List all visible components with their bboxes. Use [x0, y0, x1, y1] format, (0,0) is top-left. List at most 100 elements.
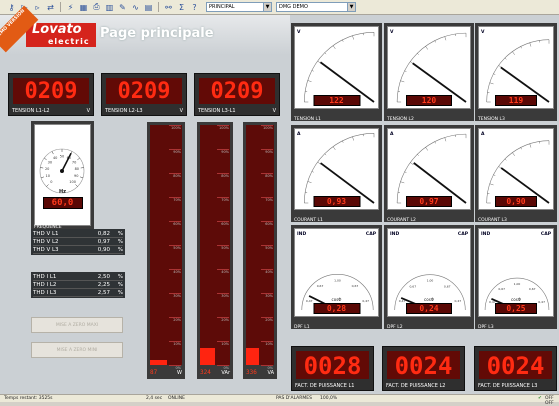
chart-icon[interactable]: ▥	[104, 2, 115, 13]
led-display: 0209TENSION L3-L1V	[194, 73, 280, 116]
frequency-tick-label: 90	[74, 174, 78, 178]
current-tick	[417, 154, 418, 155]
bar-value: 324	[200, 369, 211, 376]
chevron-down-icon[interactable]: ▼	[263, 3, 271, 11]
pf-dial: 0,470,671,000,670,47INDCAPcosΦ0,24	[387, 228, 471, 317]
pf-right-tag: CAP	[366, 232, 376, 237]
pf-meter: 0,470,671,000,670,47INDCAPcosΦ0,28DPF L1	[291, 225, 382, 329]
bar-fill	[246, 348, 259, 365]
bar-scale-tick: 50%	[261, 245, 273, 250]
bar-scale-tick: 70%	[261, 197, 273, 202]
pf-dial: 0,470,671,000,670,47INDCAPcosΦ0,28	[294, 228, 379, 317]
voltage-arc	[304, 32, 374, 102]
current-tick	[352, 137, 353, 141]
reset-min-button[interactable]: MISE A ZERO MINI	[31, 342, 123, 358]
bar-scale-tick: 40%	[261, 269, 273, 274]
frequency-pivot	[60, 169, 64, 173]
thd-unit: %	[110, 274, 123, 280]
led-display: 0209TENSION L1-L2V	[8, 73, 94, 116]
current-tick	[312, 171, 314, 172]
voltage-label: TENSION L1	[294, 117, 321, 122]
bar-fill	[150, 360, 167, 365]
current-tick	[342, 141, 343, 143]
voltage-tick	[352, 36, 353, 40]
current-arc	[304, 133, 374, 203]
voltage-meter: V122TENSION L1	[291, 23, 382, 121]
status-bar: Temps restant: 3525s 2,4 sec ONLINE PAS …	[0, 394, 559, 402]
current-meter: A0,97COURANT L2	[384, 125, 474, 222]
reset-max-button[interactable]: MISE A ZERO MAXI	[31, 317, 123, 333]
frequency-tick-label: 20	[45, 167, 49, 171]
toolbar-separator	[60, 2, 61, 12]
pf-right-tag: CAP	[541, 232, 551, 237]
thd-name: THD V L1	[33, 231, 82, 237]
bar-scale-tick: 20%	[169, 317, 181, 322]
frequency-tick	[80, 177, 83, 178]
frequency-unit: Hz	[35, 189, 90, 195]
current-unit-tag: A	[390, 132, 393, 137]
thd-value: 2,25	[82, 282, 110, 288]
plug-icon[interactable]: ⚡	[65, 2, 76, 13]
voltage-value: 122	[313, 95, 360, 106]
sigma-icon[interactable]: Σ	[176, 2, 187, 13]
bar-readout: 324VAr	[200, 367, 230, 378]
current-tick	[318, 162, 321, 164]
thd-row: THD V L10,82%	[33, 230, 123, 238]
voltage-tick	[493, 74, 495, 75]
current-tick	[400, 182, 404, 183]
led-value: 0024	[479, 351, 552, 379]
pf-unit: cosΦ	[388, 297, 470, 302]
bar-readout: 87W	[150, 367, 182, 378]
frequency-tick-label: 100	[69, 180, 76, 184]
voltage-tick	[333, 46, 335, 49]
pf-meter: 0,470,671,000,670,47INDCAPcosΦ0,25DPF L3	[475, 225, 557, 329]
pf-tick-label: 0,67	[317, 284, 324, 288]
current-tick	[435, 142, 436, 144]
device-select[interactable]: DMG DEMO ▼	[276, 2, 356, 12]
power-bar: 100%90%80%70%60%50%40%30%20%10%0%87W	[147, 122, 185, 379]
frequency-tick-label: 50	[60, 155, 64, 159]
key-icon[interactable]: ⚷	[6, 2, 17, 13]
print-icon[interactable]: ⎙	[91, 2, 102, 13]
thd-value: 2,57	[82, 290, 110, 296]
frequency-tick	[52, 151, 53, 154]
led-caption: FACT. DE PUISSANCE L1	[295, 383, 370, 389]
logo-top: Lovato	[32, 23, 96, 37]
current-tick	[493, 175, 495, 176]
current-value: 0,93	[313, 196, 360, 207]
rewind-icon[interactable]: ⇄	[45, 2, 56, 13]
page-title: Page principale	[100, 26, 214, 41]
pf-tick-label: 1,00	[334, 278, 341, 282]
bar-scale-tick: 60%	[217, 221, 229, 226]
current-tick	[512, 153, 514, 156]
step-icon[interactable]: ▹	[32, 2, 43, 13]
bar-scale-tick: 80%	[217, 173, 229, 178]
binoculars-icon[interactable]: ⚯	[163, 2, 174, 13]
pf-left-tag: IND	[297, 232, 306, 237]
bar-scale-tick: 20%	[261, 317, 273, 322]
pf-meter: 0,470,671,000,670,47INDCAPcosΦ0,24DPF L2	[384, 225, 474, 329]
led-value: 0028	[296, 351, 369, 379]
current-tick	[490, 184, 494, 185]
grid-icon[interactable]: ▦	[78, 2, 89, 13]
thd-value: 0,90	[82, 247, 110, 253]
wave-icon[interactable]: ∿	[130, 2, 141, 13]
logo-bottom: electric	[32, 37, 96, 46]
thd-row: THD I L32,57%	[33, 289, 123, 297]
current-tick	[405, 172, 407, 173]
led-caption: FACT. DE PUISSANCE L3	[478, 383, 553, 389]
status-poll: 2,4 sec	[146, 396, 162, 401]
page-select[interactable]: PRINCIPAL ▼	[206, 2, 272, 12]
current-unit-tag: A	[297, 132, 300, 137]
calc-icon[interactable]: ▤	[143, 2, 154, 13]
thd-name: THD I L3	[33, 290, 82, 296]
help-icon[interactable]: ?	[189, 2, 200, 13]
thd-current-table: THD I L12,50%THD I L22,25%THD I L32,57%	[31, 272, 125, 298]
frequency-dial: 0102030405060708090100 60,0 Hz	[34, 124, 91, 226]
thd-name: THD I L2	[33, 282, 82, 288]
led-value: 0209	[106, 78, 182, 104]
thd-name: THD V L2	[33, 239, 82, 245]
voltage-tick	[445, 36, 446, 40]
chevron-down-icon[interactable]: ▼	[347, 3, 355, 11]
edit-icon[interactable]: ✎	[117, 2, 128, 13]
